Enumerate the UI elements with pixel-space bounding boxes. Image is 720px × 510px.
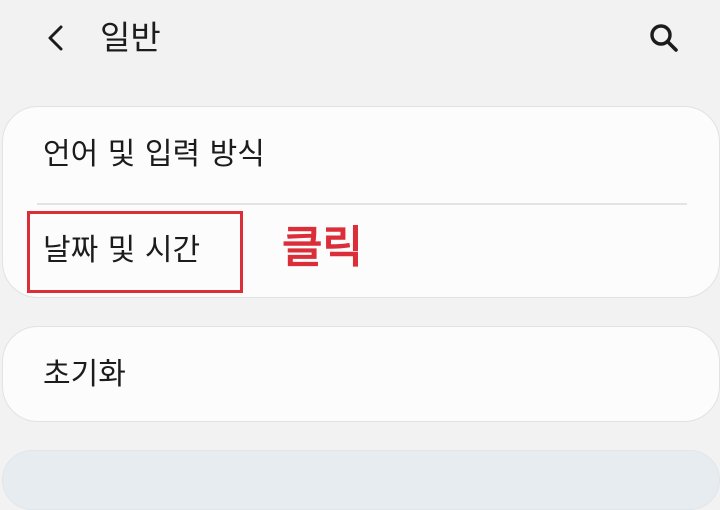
top-app-bar: 일반: [0, 0, 720, 80]
setting-item-label: 언어 및 입력 방식: [43, 137, 265, 172]
settings-group-partial: [2, 450, 720, 510]
click-annotation-label: 클릭: [282, 222, 363, 273]
setting-item-language-input[interactable]: 언어 및 입력 방식: [3, 107, 719, 203]
back-button[interactable]: [34, 16, 78, 60]
setting-item-label: 초기화: [43, 357, 126, 392]
chevron-left-icon: [48, 25, 63, 51]
page-title: 일반: [100, 18, 161, 57]
setting-item-label: 날짜 및 시간: [43, 233, 201, 268]
settings-group-reset: 초기화: [2, 326, 720, 422]
search-icon: [650, 24, 678, 52]
search-button[interactable]: [642, 16, 686, 60]
setting-item-reset[interactable]: 초기화: [3, 327, 719, 423]
